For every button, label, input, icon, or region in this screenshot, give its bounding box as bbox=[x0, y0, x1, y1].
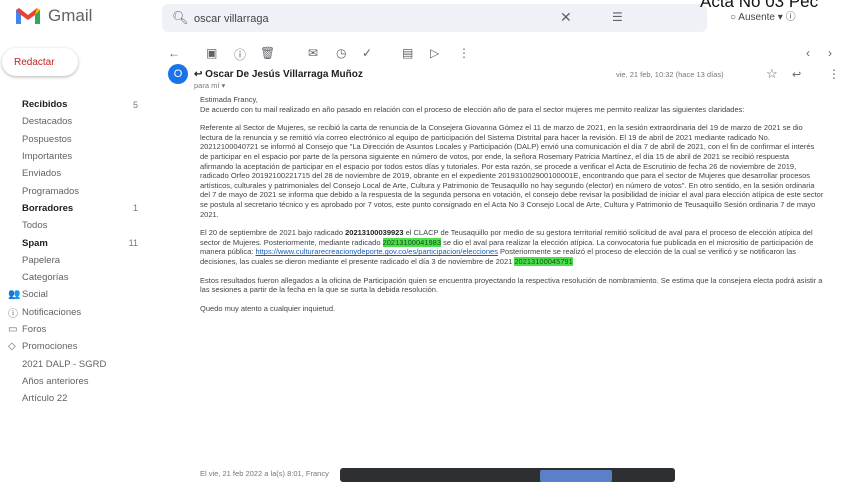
sidebar-item-label: Todos bbox=[22, 220, 48, 232]
sidebar-item[interactable]: Enviados bbox=[0, 165, 150, 182]
text-span: El 20 de septiembre de 2021 bajo radicad… bbox=[200, 228, 346, 238]
sidebar-item-label: Recibidos bbox=[22, 99, 68, 111]
star-icon[interactable]: ☆ bbox=[766, 66, 778, 82]
radicado-number: 20213100039923 bbox=[345, 228, 404, 238]
reply-arrow-icon: ↩ bbox=[194, 69, 206, 80]
top-bar: Gmail 🔍︎ ✕ ☰ ○ Ausente ▾ ⓘ Acta No 03 Pe… bbox=[0, 0, 845, 40]
app-name: Gmail bbox=[48, 6, 93, 25]
sidebar-item[interactable]: ⓘ Notificaciones bbox=[0, 304, 150, 321]
search-input[interactable] bbox=[192, 8, 556, 30]
delete-icon[interactable]: 🗑︎ bbox=[260, 46, 275, 60]
compose-button[interactable]: Redactar bbox=[2, 48, 78, 76]
snackbar bbox=[340, 468, 675, 482]
sidebar-item[interactable]: Artículo 22 bbox=[0, 390, 150, 407]
gmail-m-icon bbox=[16, 8, 40, 24]
quoted-header[interactable]: El vie, 21 feb 2022 a la(s) 8:01, Francy bbox=[200, 469, 329, 478]
sidebar-item[interactable]: Destacados bbox=[0, 113, 150, 130]
status-label: Ausente bbox=[738, 12, 775, 23]
sidebar-item-label: Spam bbox=[22, 237, 48, 249]
sidebar-item[interactable]: ◇ Promociones bbox=[0, 338, 150, 355]
sidebar-item-icon: ⓘ bbox=[8, 308, 18, 320]
avatar[interactable]: O bbox=[168, 64, 188, 84]
highlighted-radicado: 20213100041983 bbox=[382, 237, 441, 247]
email-message: O ↩ Oscar De Jesús Villarraga Muñoz para… bbox=[168, 64, 840, 482]
sidebar-item[interactable]: Importantes bbox=[0, 148, 150, 165]
sidebar-item[interactable]: Borradores 1 bbox=[0, 200, 150, 217]
sidebar-item-label: Papelera bbox=[22, 254, 61, 266]
snackbar-action-button[interactable] bbox=[540, 470, 612, 482]
help-icon[interactable]: ⓘ bbox=[786, 12, 796, 23]
sidebar-item-icon: 👥 bbox=[8, 289, 21, 301]
highlighted-radicado: 20213100045791 bbox=[514, 256, 573, 266]
label-icon[interactable]: ▷ bbox=[430, 46, 439, 60]
sidebar-item[interactable]: Papelera bbox=[0, 252, 150, 269]
snooze-icon[interactable]: ◷ bbox=[336, 46, 346, 60]
archive-icon[interactable]: ▣ bbox=[206, 46, 217, 60]
search-icon[interactable]: 🔍︎ bbox=[172, 10, 189, 26]
compose-label: Redactar bbox=[14, 56, 55, 68]
sidebar-item-label: Pospuestos bbox=[22, 133, 72, 145]
paragraph: El 20 de septiembre de 2021 bajo radicad… bbox=[200, 228, 824, 266]
sidebar-item[interactable]: 👥 Social bbox=[0, 286, 150, 303]
sidebar-item-label: Notificaciones bbox=[22, 306, 82, 318]
search-options-icon[interactable]: ☰ bbox=[612, 10, 623, 24]
paragraph: Referente al Sector de Mujeres, se recib… bbox=[200, 123, 824, 219]
sidebar-item-label: Años anteriores bbox=[22, 375, 89, 387]
sidebar-item-label: 2021 DALP - SGRD bbox=[22, 358, 107, 370]
sidebar-item-label: Destacados bbox=[22, 116, 73, 128]
more-options-icon[interactable]: ⋮ bbox=[828, 67, 840, 81]
sender-name-text: Oscar De Jesús Villarraga Muñoz bbox=[205, 69, 363, 80]
greeting: Estimada Francy, bbox=[200, 95, 258, 104]
sidebar-item[interactable]: Recibidos 5 bbox=[0, 96, 150, 113]
message-toolbar: ← ▣ ⓘ 🗑︎ ✉ ◷ ✓ ▤ ▷ ⋮ ‹ › bbox=[166, 42, 845, 64]
back-arrow-icon[interactable]: ← bbox=[168, 46, 180, 60]
sidebar-item[interactable]: 2021 DALP - SGRD bbox=[0, 355, 150, 372]
sidebar-nav: Recibidos 5 Destacados Pospuestos Importante… bbox=[0, 96, 150, 407]
sidebar-item-label: Borradores bbox=[22, 202, 74, 214]
sidebar-item-label: Social bbox=[22, 289, 48, 301]
add-task-icon[interactable]: ✓ bbox=[362, 46, 372, 60]
report-spam-icon[interactable]: ⓘ bbox=[234, 46, 246, 63]
closing: Quedo muy atento a cualquier inquietud. bbox=[200, 303, 336, 313]
more-options-icon[interactable]: ⋮ bbox=[458, 46, 470, 60]
sidebar-item-count: 11 bbox=[128, 238, 138, 249]
gmail-logo[interactable]: Gmail bbox=[14, 6, 92, 26]
sidebar-item[interactable]: Años anteriores bbox=[0, 373, 150, 390]
status-dot-icon: ○ bbox=[730, 12, 737, 23]
sidebar-item[interactable]: Pospuestos bbox=[0, 131, 150, 148]
sidebar-item-label: Foros bbox=[22, 324, 47, 335]
close-icon[interactable]: ✕ bbox=[560, 9, 572, 26]
recipient-line[interactable]: para mí ▾ bbox=[194, 81, 225, 90]
sidebar-item-count: 5 bbox=[132, 99, 138, 110]
move-to-icon[interactable]: ▤ bbox=[402, 46, 413, 60]
message-body: Estimada Francy, De acuerdo con tu mail … bbox=[200, 95, 824, 322]
sidebar-item-label: Programados bbox=[22, 185, 80, 197]
sidebar-item[interactable]: Todos bbox=[0, 217, 150, 234]
sidebar-item[interactable]: ▭ Foros bbox=[0, 321, 150, 338]
chevron-down-icon: ▾ bbox=[777, 12, 783, 23]
participation-link[interactable]: https://www.culturarecreacionydeporte.go… bbox=[255, 247, 498, 256]
sidebar-item-label: Enviados bbox=[22, 168, 62, 180]
sidebar-item-icon: ◇ bbox=[8, 341, 16, 353]
sidebar-item-icon: ▭ bbox=[8, 324, 18, 335]
reply-icon[interactable]: ↩ bbox=[792, 68, 801, 81]
mark-unread-icon[interactable]: ✉ bbox=[308, 46, 318, 60]
previous-icon[interactable]: ‹ bbox=[806, 46, 810, 60]
sidebar-item[interactable]: Programados bbox=[0, 182, 150, 199]
sidebar-item-label: Importantes bbox=[22, 151, 73, 163]
sidebar-item[interactable]: Categorías bbox=[0, 269, 150, 286]
paragraph: Estos resultados fueron allegados a la o… bbox=[200, 275, 823, 295]
sidebar-item-label: Artículo 22 bbox=[22, 393, 68, 405]
sender-name[interactable]: ↩ Oscar De Jesús Villarraga Muñoz bbox=[194, 69, 363, 80]
message-date: vie, 21 feb, 10:32 (hace 13 días) bbox=[616, 70, 724, 79]
sidebar-item[interactable]: Spam 11 bbox=[0, 234, 150, 251]
search-bar[interactable]: 🔍︎ ✕ ☰ bbox=[162, 4, 707, 32]
sidebar-item-count: 1 bbox=[132, 203, 138, 214]
paragraph: De acuerdo con tu mail realizado en año … bbox=[200, 104, 745, 114]
sidebar-item-label: Categorías bbox=[22, 272, 69, 284]
next-icon[interactable]: › bbox=[828, 46, 832, 60]
document-title-overlay: Acta No 03 Pec bbox=[700, 0, 819, 11]
sidebar-item-label: Promociones bbox=[22, 341, 78, 353]
